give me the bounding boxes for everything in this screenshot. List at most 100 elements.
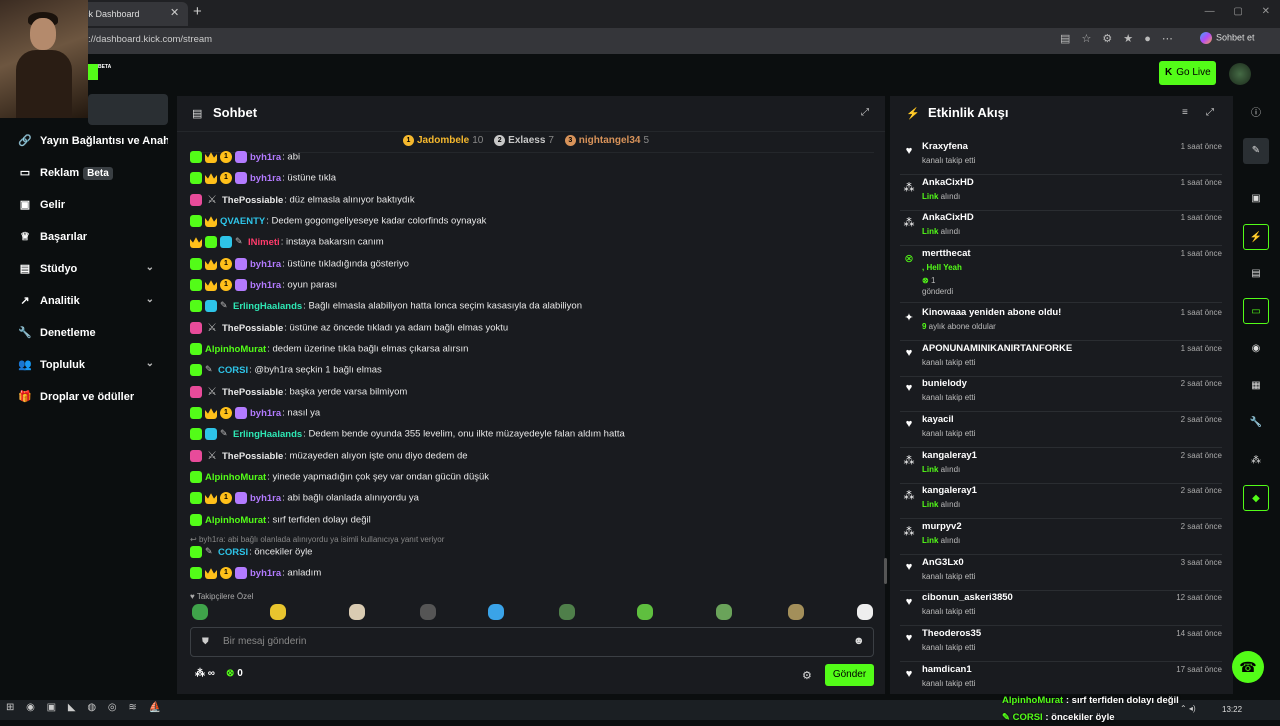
- edit-icon[interactable]: ✎: [1243, 138, 1269, 164]
- tag-icon[interactable]: ◆: [1243, 485, 1269, 511]
- chat-username[interactable]: QVAENTY: [220, 216, 265, 227]
- chat-message[interactable]: ⚔ ThePossiable: başka yerde varsa bilmiyo…: [190, 386, 407, 402]
- sidebar-item-studio[interactable]: ▤ Stüdyo ⌄: [18, 262, 168, 282]
- leaderboard-entry[interactable]: 3 nightangel34 5: [564, 135, 649, 146]
- chat-username[interactable]: byh1ra: [250, 568, 281, 579]
- feed-event[interactable]: ✦ Kinowaaa yeniden abone oldu! 9 aylık abo…: [900, 307, 1222, 341]
- chat-username[interactable]: AlpinhoMurat: [205, 472, 266, 483]
- feed-event[interactable]: ⁂ kangaleray1 Link alındı 2 saat önce: [900, 485, 1222, 519]
- chat-points[interactable]: ⁂ ∞ ⊗ 0: [195, 668, 243, 679]
- chat-username[interactable]: CORSI: [218, 547, 248, 558]
- sidebar-item-analytics[interactable]: ↗ Analitik ⌄: [18, 294, 168, 314]
- go-live-button[interactable]: K Go Live: [1159, 61, 1216, 85]
- emote-face-icon[interactable]: [349, 604, 365, 620]
- avatar[interactable]: [1229, 63, 1251, 85]
- chat-message[interactable]: ✎ CORSI: öncekiler öyle: [190, 546, 312, 562]
- chat-message[interactable]: ⚔ ThePossiable: müzayeden alıyon işte onu…: [190, 450, 468, 466]
- sidebar-item-community[interactable]: 👥 Topluluk ⌄: [18, 358, 168, 378]
- chat-message[interactable]: 1 byh1ra: oyun parası: [190, 279, 337, 295]
- chat-username[interactable]: CORSI: [218, 365, 248, 376]
- chat-username[interactable]: INimeti: [248, 237, 280, 248]
- chat-message[interactable]: 1 byh1ra: nasıl ya: [190, 407, 320, 423]
- kick-logo[interactable]: [88, 64, 98, 80]
- emote-pepe-sad-icon[interactable]: [716, 604, 732, 620]
- feed-event[interactable]: ⁂ AnkaCixHD Link alındı 1 saat önce: [900, 212, 1222, 246]
- chat-message[interactable]: ⚔ ThePossiable: üstüne az öncede tıkladı …: [190, 322, 508, 338]
- filter-icon[interactable]: ≡: [1182, 107, 1188, 118]
- emote-sunglasses-icon[interactable]: [270, 604, 286, 620]
- feed-event[interactable]: ⊗ mertthecat , Hell Yeah ⊗ 1 gönderdi 1 saat …: [900, 248, 1222, 303]
- info-icon[interactable]: ⓘ: [1243, 101, 1269, 127]
- chat-message[interactable]: ⚔ ThePossiable: düz elmasla alınıyor bakt…: [190, 194, 415, 210]
- chat-username[interactable]: AlpinhoMurat: [205, 515, 266, 526]
- chat-message[interactable]: 1 byh1ra: anladım: [190, 567, 321, 583]
- chat-username[interactable]: byh1ra: [250, 280, 281, 291]
- gear-icon[interactable]: ⚙: [802, 669, 812, 682]
- store-icon[interactable]: ▦: [1243, 373, 1269, 399]
- copilot-button[interactable]: Sohbet et: [1200, 32, 1266, 48]
- emote-skull-icon[interactable]: [857, 604, 873, 620]
- chevron-down-icon[interactable]: ⌄: [146, 294, 154, 305]
- emoji-icon[interactable]: ☻: [853, 635, 865, 647]
- emote-bottle-icon[interactable]: [420, 604, 436, 620]
- sidebar-item-revenue[interactable]: ▣ Gelir: [18, 198, 168, 218]
- chat-username[interactable]: ErlingHaalands: [233, 429, 302, 440]
- lightning-icon[interactable]: ⚡: [1243, 224, 1269, 250]
- close-tab-icon[interactable]: ✕: [170, 6, 179, 19]
- record-icon[interactable]: ◉: [1243, 336, 1269, 362]
- chat-username[interactable]: ThePossiable: [222, 323, 283, 334]
- feed-event[interactable]: ♥ cibonun_askeri3850 kanalı takip etti 12 s…: [900, 592, 1222, 626]
- chat-username[interactable]: AlpinhoMurat: [205, 344, 266, 355]
- sidebar-item-moderation[interactable]: 🔧 Denetleme: [18, 326, 168, 346]
- new-tab-icon[interactable]: +: [193, 3, 202, 20]
- feed-event[interactable]: ♥ bunielody kanalı takip etti 2 saat önce: [900, 378, 1222, 412]
- url-field[interactable]: ://dashboard.kick.com/stream: [88, 34, 212, 45]
- chat-username[interactable]: byh1ra: [250, 493, 281, 504]
- sidebar-item-drops[interactable]: 🎁 Droplar ve ödüller: [18, 390, 168, 410]
- window-controls[interactable]: — ▢ ✕: [1205, 6, 1270, 17]
- expand-icon[interactable]: ⤢: [1206, 107, 1214, 118]
- sidebar-item-ads[interactable]: ▭ Reklam Beta: [18, 166, 168, 186]
- chat-username[interactable]: byh1ra: [250, 259, 281, 270]
- chat-scrollbar[interactable]: [884, 558, 887, 584]
- chat-icon[interactable]: ▭: [1243, 298, 1269, 324]
- taskbar-app-icons[interactable]: ⊞ ◉ ▣ ◣ ◍ ◎ ≋ ⛵: [6, 702, 161, 713]
- feed-event[interactable]: ♥ APONUNAMINIKANIRTANFORKE kanalı takip et…: [900, 343, 1222, 377]
- reward-icon[interactable]: ⁂: [1243, 448, 1269, 474]
- chat-username[interactable]: ThePossiable: [222, 387, 283, 398]
- chat-message[interactable]: 1 byh1ra: üstüne tıkladığında gösteriyo: [190, 258, 409, 274]
- chat-username[interactable]: ErlingHaalands: [233, 301, 302, 312]
- chat-username[interactable]: ThePossiable: [222, 195, 283, 206]
- chat-message[interactable]: ✎ ErlingHaalands: Bağlı elmasla alabiliyo…: [190, 300, 582, 316]
- feed-event[interactable]: ♥ kayacil kanalı takip etti 2 saat önce: [900, 414, 1222, 448]
- feed-event[interactable]: ⁂ murpyv2 Link alındı 2 saat önce: [900, 521, 1222, 555]
- chat-message[interactable]: ✎ CORSI: @byh1ra seçkin 1 bağlı elmas: [190, 364, 382, 380]
- sidebar-item-achievements[interactable]: ♕ Başarılar: [18, 230, 168, 250]
- chat-message[interactable]: 1 byh1ra: abi: [190, 151, 300, 167]
- chat-message[interactable]: AlpinhoMurat: yinede yapmadığın çok şey …: [190, 471, 489, 487]
- leaderboard-entry[interactable]: 2 Exlaess 7: [494, 135, 554, 146]
- feed-event[interactable]: ⁂ kangaleray1 Link alındı 2 saat önce: [900, 450, 1222, 484]
- feed-event[interactable]: ⁂ AnkaCixHD Link alındı 1 saat önce: [900, 177, 1222, 211]
- chat-message[interactable]: 1 byh1ra: abi bağlı olanlada alınıyordu y…: [190, 492, 419, 508]
- chat-message[interactable]: 1 byh1ra: üstüne tıkla: [190, 172, 336, 188]
- help-icon[interactable]: ☎: [1232, 651, 1264, 683]
- leaderboard-entry[interactable]: 1 Jadombele 10: [403, 135, 483, 146]
- expand-icon[interactable]: ⤢: [861, 107, 869, 118]
- chat-message[interactable]: AlpinhoMurat: dedem üzerine tıkla bağlı …: [190, 343, 468, 359]
- chat-message[interactable]: ✎ ErlingHaalands: Dedem bende oyunda 355 …: [190, 428, 625, 444]
- wrench-icon[interactable]: 🔧: [1243, 410, 1269, 436]
- video-icon[interactable]: ▣: [1243, 186, 1269, 212]
- chevron-down-icon[interactable]: ⌄: [146, 262, 154, 273]
- emote-pepe-icon[interactable]: [559, 604, 575, 620]
- chat-username[interactable]: byh1ra: [250, 173, 281, 184]
- system-tray-icons[interactable]: ⌃ ◂): [1180, 704, 1196, 713]
- emote-frog-icon[interactable]: [192, 604, 208, 620]
- feed-event[interactable]: ♥ hamdican1 kanalı takip etti 17 saat önce: [900, 664, 1222, 694]
- sidebar-item-stream-key[interactable]: 🔗 Yayın Bağlantısı ve Anahtarı: [18, 134, 168, 154]
- chevron-down-icon[interactable]: ⌄: [146, 358, 154, 369]
- chat-username[interactable]: ThePossiable: [222, 451, 283, 462]
- feed-event[interactable]: ♥ Theoderos35 kanalı takip etti 14 saat önc…: [900, 628, 1222, 662]
- sidebar-selected-item[interactable]: [88, 94, 168, 125]
- chat-username[interactable]: byh1ra: [250, 152, 281, 163]
